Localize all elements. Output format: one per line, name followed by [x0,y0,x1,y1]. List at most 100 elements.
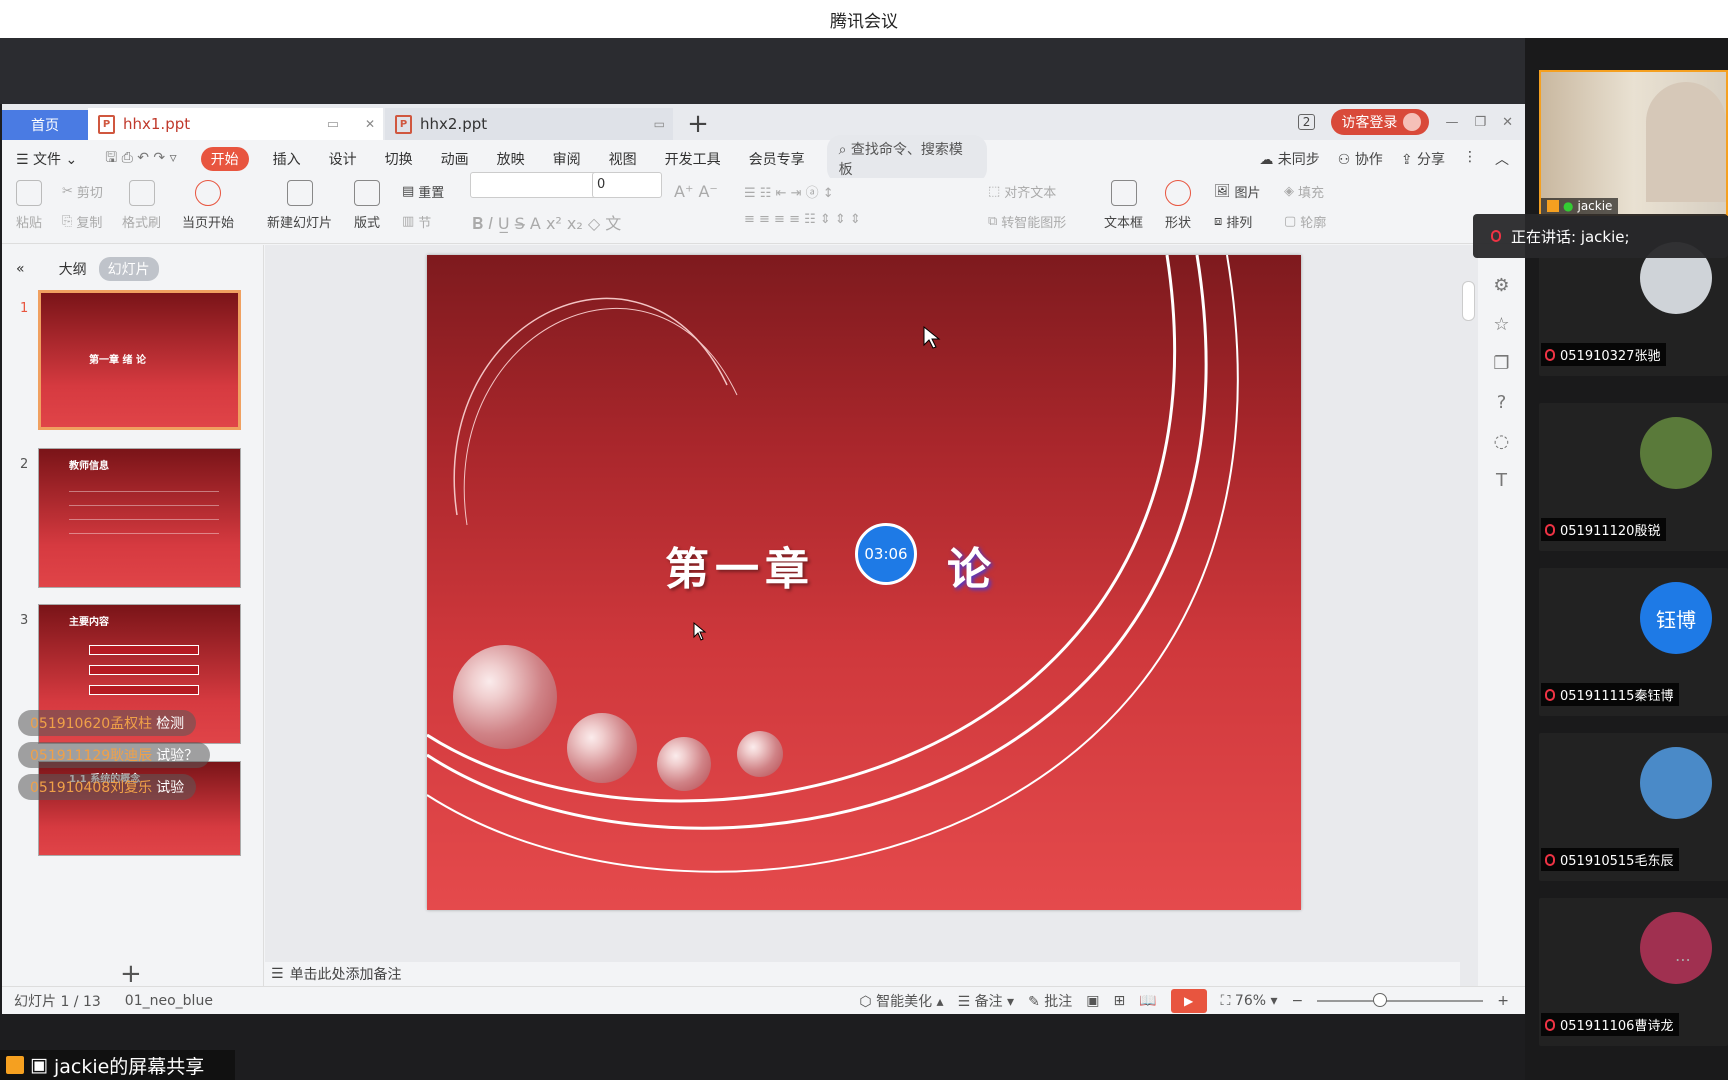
menu-slideshow[interactable]: 放映 [483,149,539,169]
participant-name: 051910327张驰 [1541,343,1667,366]
add-slide-icon[interactable]: + [120,959,142,989]
shape-button[interactable]: 形状 [1165,180,1191,231]
normal-view-icon[interactable]: ▣ [1086,993,1099,1009]
paste-button[interactable]: 粘贴 [16,180,42,231]
zoom-in-icon[interactable]: + [1497,993,1509,1009]
wps-window: 首页 P hhx1.ppt ▭ ✕ P hhx2.ppt ▭ + 2 访客登录 … [2,104,1525,1014]
slide-thumb-2[interactable]: 教师信息 [38,448,241,588]
format-brush-label: 格式刷 [122,216,162,231]
close-icon[interactable]: ✕ [365,117,375,131]
slide-title[interactable]: 第一章 [665,533,815,597]
sync-button[interactable]: ☁ 未同步 [1259,149,1319,169]
arrange-button[interactable]: ⧈ 排列 [1214,212,1252,231]
section-label: 节 [418,216,432,231]
notes-button[interactable]: ☰ 备注 ▾ [958,991,1015,1011]
transition-icon[interactable]: ❐ [1493,353,1509,374]
slide-thumb-1[interactable]: 第一章 绪 论 [38,290,241,430]
fit-icon[interactable]: ⛶ 76% ▾ [1221,993,1278,1009]
tab-home[interactable]: 首页 [2,110,88,140]
shape-icon [1165,180,1191,206]
play-current-button[interactable]: 当页开始 [182,180,234,231]
close-window-icon[interactable]: ✕ [1502,115,1513,130]
speaking-text: 正在讲话: jackie; [1511,227,1630,246]
smart-shape-button[interactable]: ⧉ 转智能图形 [988,212,1066,231]
textbox-button[interactable]: 文本框 [1104,180,1143,231]
collab-button[interactable]: ⚇ 协作 [1338,149,1383,169]
layout-button[interactable]: 版式 [354,180,380,231]
slide-canvas[interactable]: 第一章 03:06 论 [265,245,1465,962]
quick-tools[interactable]: 🖫 ⎙ ↶ ↷ ▿ [91,147,190,171]
tab-slides[interactable]: 幻灯片 [98,257,159,281]
fill-button[interactable]: ◈ 填充 [1284,182,1324,201]
menu-devtools[interactable]: 开发工具 [651,149,735,169]
collapse-panel-icon[interactable]: « [16,261,25,277]
help-icon[interactable]: ? [1497,392,1507,413]
reading-view-icon[interactable]: 📖 [1139,993,1156,1009]
menu-file[interactable]: 文件 [33,152,61,168]
copy-button[interactable]: ⎘ 复制 [62,212,102,231]
tab-bar: 首页 P hhx1.ppt ▭ ✕ P hhx2.ppt ▭ + 2 访客登录 … [2,104,1525,140]
new-slide-button[interactable]: 新建幻灯片 [267,180,332,231]
doc-count-badge[interactable]: 2 [1297,114,1316,130]
comment-button[interactable]: ✎ 批注 [1028,991,1072,1011]
font-grow-tools[interactable]: A⁺ A⁻ [674,182,718,201]
menu-member[interactable]: 会员专享 [735,149,819,169]
guest-login-button[interactable]: 访客登录 [1331,109,1430,135]
monitor-icon[interactable]: ▭ [654,117,665,131]
tab-outline[interactable]: 大纲 [59,259,87,279]
vertical-scrollbar[interactable] [1460,245,1478,986]
slide-title-2[interactable]: 论 [947,533,991,597]
beautify-button[interactable]: ⬡ 智能美化 ▴ [859,991,943,1011]
tab-hhx2[interactable]: P hhx2.ppt ▭ [385,108,673,140]
section-button[interactable]: ▥ 节 [402,212,431,231]
menu-transition[interactable]: 切换 [371,149,427,169]
outline-button[interactable]: ▢ 轮廓 [1284,212,1326,231]
new-tab-button[interactable]: + [673,108,723,140]
font-name-field[interactable] [470,172,605,198]
sliders-icon[interactable]: ⚙ [1493,275,1509,296]
menu-review[interactable]: 审阅 [539,149,595,169]
countdown-timer[interactable]: 03:06 [855,523,917,585]
more-icon[interactable]: ⋮ [1463,149,1477,169]
align-tools[interactable]: ≡ ≡ ≡ ≡ ☷ ⇕ ⇕ ⇕ [744,212,861,227]
idea-icon[interactable]: ◌ [1494,431,1510,452]
menu-start[interactable]: 开始 [200,147,249,171]
play-slideshow-button[interactable]: ▶ [1170,988,1207,1013]
menu-design[interactable]: 设计 [315,149,371,169]
slide-panel: « 大纲 幻灯片 1 第一章 绪 论 2 教师信息 3 主要内容 1.1 系统的… [2,245,264,989]
zoom-knob[interactable] [1373,992,1388,1007]
pin-icon[interactable]: ☆ [1493,314,1509,335]
cut-button[interactable]: ✂ 剪切 [62,182,103,201]
search-input[interactable]: ⌕ 查找命令、搜索模板 [826,135,987,183]
format-brush-button[interactable]: 格式刷 [122,180,161,231]
reset-button[interactable]: ▤ 重置 [402,182,444,201]
menu-animation[interactable]: 动画 [427,149,483,169]
align-text-button[interactable]: ⬚ 对齐文本 [988,182,1056,201]
participant-tile[interactable]: 钰博 051911115秦钰博 [1539,568,1728,716]
menu-insert[interactable]: 插入 [259,149,315,169]
more-options-icon[interactable]: ⋯ [1675,950,1691,969]
monitor-icon[interactable]: ▭ [327,117,339,132]
picture-button[interactable]: 🖼 图片 [1214,182,1261,201]
participant-tile[interactable]: 051911106曹诗龙 [1539,898,1728,1046]
list-tools[interactable]: ☰ ☷ ⇤ ⇥ ⓐ ↕ [744,182,834,201]
restore-icon[interactable]: ❐ [1474,115,1486,130]
current-slide[interactable]: 第一章 03:06 论 [427,255,1301,910]
minimize-icon[interactable]: — [1445,115,1458,130]
notes-area[interactable]: ☰ 单击此处添加备注 [265,962,1465,986]
participant-tile[interactable]: 051911120殷锐 [1539,403,1728,551]
font-size-field[interactable]: 0 [592,172,662,198]
collapse-icon[interactable]: ︿ [1495,149,1509,169]
text-icon[interactable]: T [1496,470,1507,491]
zoom-out-icon[interactable]: − [1292,993,1304,1009]
menu-view[interactable]: 视图 [595,149,651,169]
participant-tile[interactable]: 051910515毛东辰 [1539,733,1728,881]
menu-icon[interactable]: ☰ 文件 ⌄ [2,149,91,169]
font-style-tools[interactable]: 𝐁 𝐼 U̲ S̶ A x² x₂ ◇ 文 [472,210,621,234]
grid-view-icon[interactable]: ⊞ [1113,993,1125,1009]
tab-hhx1[interactable]: P hhx1.ppt ▭ ✕ [88,108,383,140]
scroll-thumb[interactable] [1462,281,1475,321]
zoom-slider[interactable] [1317,992,1484,1007]
host-video[interactable]: ● jackie [1539,70,1728,216]
share-button[interactable]: ⇪ 分享 [1401,149,1445,169]
